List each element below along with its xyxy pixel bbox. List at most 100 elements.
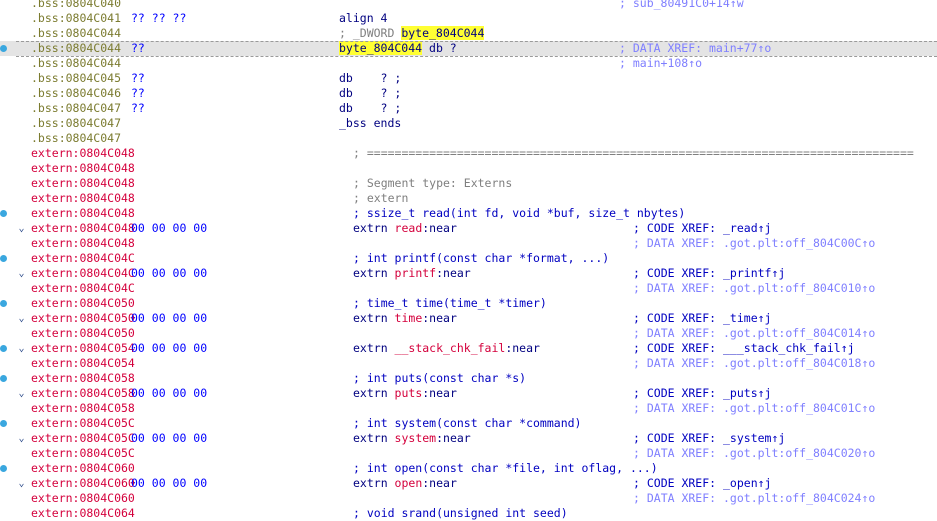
disasm-line[interactable]: extern:0804C05C ; int system(const char *… [0, 416, 937, 431]
address-label[interactable]: extern:0804C050 [31, 296, 135, 311]
disasm-line[interactable]: extern:0804C04C ; DATA XREF: .got.plt:off… [0, 281, 937, 296]
code-xref-comment[interactable]: ; CODE XREF: _time↑j [633, 311, 771, 326]
address-label[interactable]: extern:0804C050 [31, 326, 135, 341]
breakpoint-dot-icon[interactable] [0, 45, 7, 52]
external-symbol[interactable]: printf [395, 266, 437, 280]
address-label[interactable]: extern:0804C048 [31, 146, 135, 161]
highlighted-symbol[interactable]: byte_804C044 [401, 26, 485, 40]
address-label[interactable]: extern:0804C060 [31, 461, 135, 476]
disassembly-view[interactable]: .bss:0804C040; sub_80491C0+14↑w .bss:0804… [0, 0, 937, 520]
data-xref-comment[interactable]: ; DATA XREF: .got.plt:off_804C01C↑o [633, 401, 875, 416]
data-xref-comment[interactable]: ; DATA XREF: main+77↑o [619, 41, 771, 56]
external-symbol[interactable]: puts [395, 386, 423, 400]
address-label[interactable]: extern:0804C05C [31, 431, 135, 446]
code-xref-comment[interactable]: ; CODE XREF: ___stack_chk_fail↑j [633, 341, 855, 356]
data-xref-comment[interactable]: ; DATA XREF: .got.plt:off_804C018↑o [633, 356, 875, 371]
disasm-line[interactable]: extern:0804C060 ; DATA XREF: .got.plt:off… [0, 491, 937, 506]
disasm-line[interactable]: extern:0804C048 [0, 161, 937, 176]
address-label[interactable]: extern:0804C060 [31, 476, 135, 491]
chevron-down-icon[interactable]: ⌄ [17, 221, 26, 236]
disasm-line[interactable]: .bss:0804C041 ?? ?? ?? align 4 [0, 11, 937, 26]
highlighted-symbol[interactable]: byte_804C044 [339, 41, 423, 55]
disasm-line[interactable]: extern:0804C058 ; int puts(const char *s) [0, 371, 937, 386]
address-label[interactable]: extern:0804C058 [31, 401, 135, 416]
address-label[interactable]: extern:0804C048 [31, 191, 135, 206]
address-label[interactable]: extern:0804C048 [31, 221, 135, 236]
address-label[interactable]: extern:0804C04C [31, 251, 135, 266]
address-label[interactable]: extern:0804C050 [31, 311, 135, 326]
address-label[interactable]: extern:0804C04C [31, 266, 135, 281]
chevron-down-icon[interactable]: ⌄ [17, 431, 26, 446]
data-xref-comment[interactable]: ; DATA XREF: .got.plt:off_804C020↑o [633, 446, 875, 461]
disasm-line[interactable]: .bss:0804C045?? db ? ; [0, 71, 937, 86]
address-label[interactable]: extern:0804C058 [31, 386, 135, 401]
data-xref-comment[interactable]: ; DATA XREF: .got.plt:off_804C010↑o [633, 281, 875, 296]
code-xref-comment[interactable]: ; CODE XREF: _printf↑j [633, 266, 785, 281]
disasm-line[interactable]: .bss:0804C044 ; main+108↑o [0, 56, 937, 71]
disasm-line[interactable]: ⌄ extern:0804C05C 00 00 00 00 extrn system:… [0, 431, 937, 446]
code-xref-comment[interactable]: ; CODE XREF: _read↑j [633, 221, 771, 236]
disasm-line[interactable]: extern:0804C048 ; =======================… [0, 146, 937, 161]
breakpoint-dot-icon[interactable] [0, 345, 7, 352]
address-label[interactable]: .bss:0804C041 [31, 11, 121, 26]
breakpoint-dot-icon[interactable] [0, 255, 7, 262]
external-symbol[interactable]: __stack_chk_fail [395, 341, 506, 355]
address-label[interactable]: extern:0804C048 [31, 161, 135, 176]
disasm-line[interactable]: extern:0804C048 ; ssize_t read(int fd, vo… [0, 206, 937, 221]
disasm-line[interactable]: extern:0804C048 ; Segment type: Externs [0, 176, 937, 191]
address-label[interactable]: extern:0804C05C [31, 416, 135, 431]
address-label[interactable]: extern:0804C04C [31, 281, 135, 296]
disasm-line[interactable]: ⌄ extern:0804C054 00 00 00 00 extrn __stack… [0, 341, 937, 356]
address-label[interactable]: .bss:0804C044 [31, 41, 121, 56]
external-symbol[interactable]: read [395, 221, 423, 235]
disasm-line[interactable]: ⌄ extern:0804C050 00 00 00 00 extrn time:ne… [0, 311, 937, 326]
disasm-line[interactable]: extern:0804C050 ; DATA XREF: .got.plt:off… [0, 326, 937, 341]
disasm-line[interactable]: .bss:0804C046?? db ? ; [0, 86, 937, 101]
breakpoint-dot-icon[interactable] [0, 210, 7, 217]
disasm-line[interactable]: .bss:0804C047?? db ? ; [0, 101, 937, 116]
disasm-line[interactable]: extern:0804C054 ; DATA XREF: .got.plt:off… [0, 356, 937, 371]
disasm-line[interactable]: ⌄ extern:0804C060 00 00 00 00 extrn open:ne… [0, 476, 937, 491]
external-symbol[interactable]: open [395, 476, 423, 490]
breakpoint-dot-icon[interactable] [0, 300, 7, 307]
address-label[interactable]: extern:0804C058 [31, 371, 135, 386]
address-label[interactable]: extern:0804C060 [31, 491, 135, 506]
data-xref-comment[interactable]: ; DATA XREF: .got.plt:off_804C014↑o [633, 326, 875, 341]
data-xref-comment[interactable]: ; main+108↑o [619, 56, 702, 71]
data-xref-comment[interactable]: ; sub_80491C0+14↑w [619, 0, 744, 11]
address-label[interactable]: extern:0804C048 [31, 206, 135, 221]
disasm-line[interactable]: extern:0804C060 ; int open(const char *fi… [0, 461, 937, 476]
disasm-line[interactable]: .bss:0804C044 ; _DWORD byte_804C044 [0, 26, 937, 41]
address-label[interactable]: extern:0804C054 [31, 356, 135, 371]
external-symbol[interactable]: time [395, 311, 423, 325]
chevron-down-icon[interactable]: ⌄ [17, 341, 26, 356]
chevron-down-icon[interactable]: ⌄ [17, 386, 26, 401]
code-xref-comment[interactable]: ; CODE XREF: _puts↑j [633, 386, 771, 401]
external-symbol[interactable]: system [395, 431, 437, 445]
address-label[interactable]: .bss:0804C045 [31, 71, 121, 86]
disasm-line[interactable]: ⌄ extern:0804C04C 00 00 00 00 extrn printf:… [0, 266, 937, 281]
disasm-line[interactable]: extern:0804C048 ; extern [0, 191, 937, 206]
address-label[interactable]: extern:0804C048 [31, 236, 135, 251]
disasm-line[interactable]: extern:0804C048 ; DATA XREF: .got.plt:off… [0, 236, 937, 251]
disasm-line[interactable]: ⌄ extern:0804C058 00 00 00 00 extrn puts:ne… [0, 386, 937, 401]
address-label[interactable]: extern:0804C048 [31, 176, 135, 191]
chevron-down-icon[interactable]: ⌄ [17, 266, 26, 281]
disasm-line[interactable]: .bss:0804C047 [0, 131, 937, 146]
code-xref-comment[interactable]: ; CODE XREF: _open↑j [633, 476, 771, 491]
disasm-line[interactable]: extern:0804C04C ; int printf(const char *… [0, 251, 937, 266]
data-xref-comment[interactable]: ; DATA XREF: .got.plt:off_804C024↑o [633, 491, 875, 506]
breakpoint-dot-icon[interactable] [0, 420, 7, 427]
disasm-line[interactable]: extern:0804C05C ; DATA XREF: .got.plt:off… [0, 446, 937, 461]
disasm-line[interactable]: ⌄ extern:0804C048 00 00 00 00 extrn read:ne… [0, 221, 937, 236]
address-label[interactable]: .bss:0804C047 [31, 131, 121, 146]
address-label[interactable]: extern:0804C05C [31, 446, 135, 461]
breakpoint-dot-icon[interactable] [0, 375, 7, 382]
address-label[interactable]: .bss:0804C046 [31, 86, 121, 101]
breakpoint-dot-icon[interactable] [0, 465, 7, 472]
address-label[interactable]: .bss:0804C047 [31, 101, 121, 116]
disasm-line[interactable]: extern:0804C058 ; DATA XREF: .got.plt:off… [0, 401, 937, 416]
address-label[interactable]: .bss:0804C044 [31, 56, 121, 71]
code-xref-comment[interactable]: ; CODE XREF: _system↑j [633, 431, 785, 446]
chevron-down-icon[interactable]: ⌄ [17, 311, 26, 326]
